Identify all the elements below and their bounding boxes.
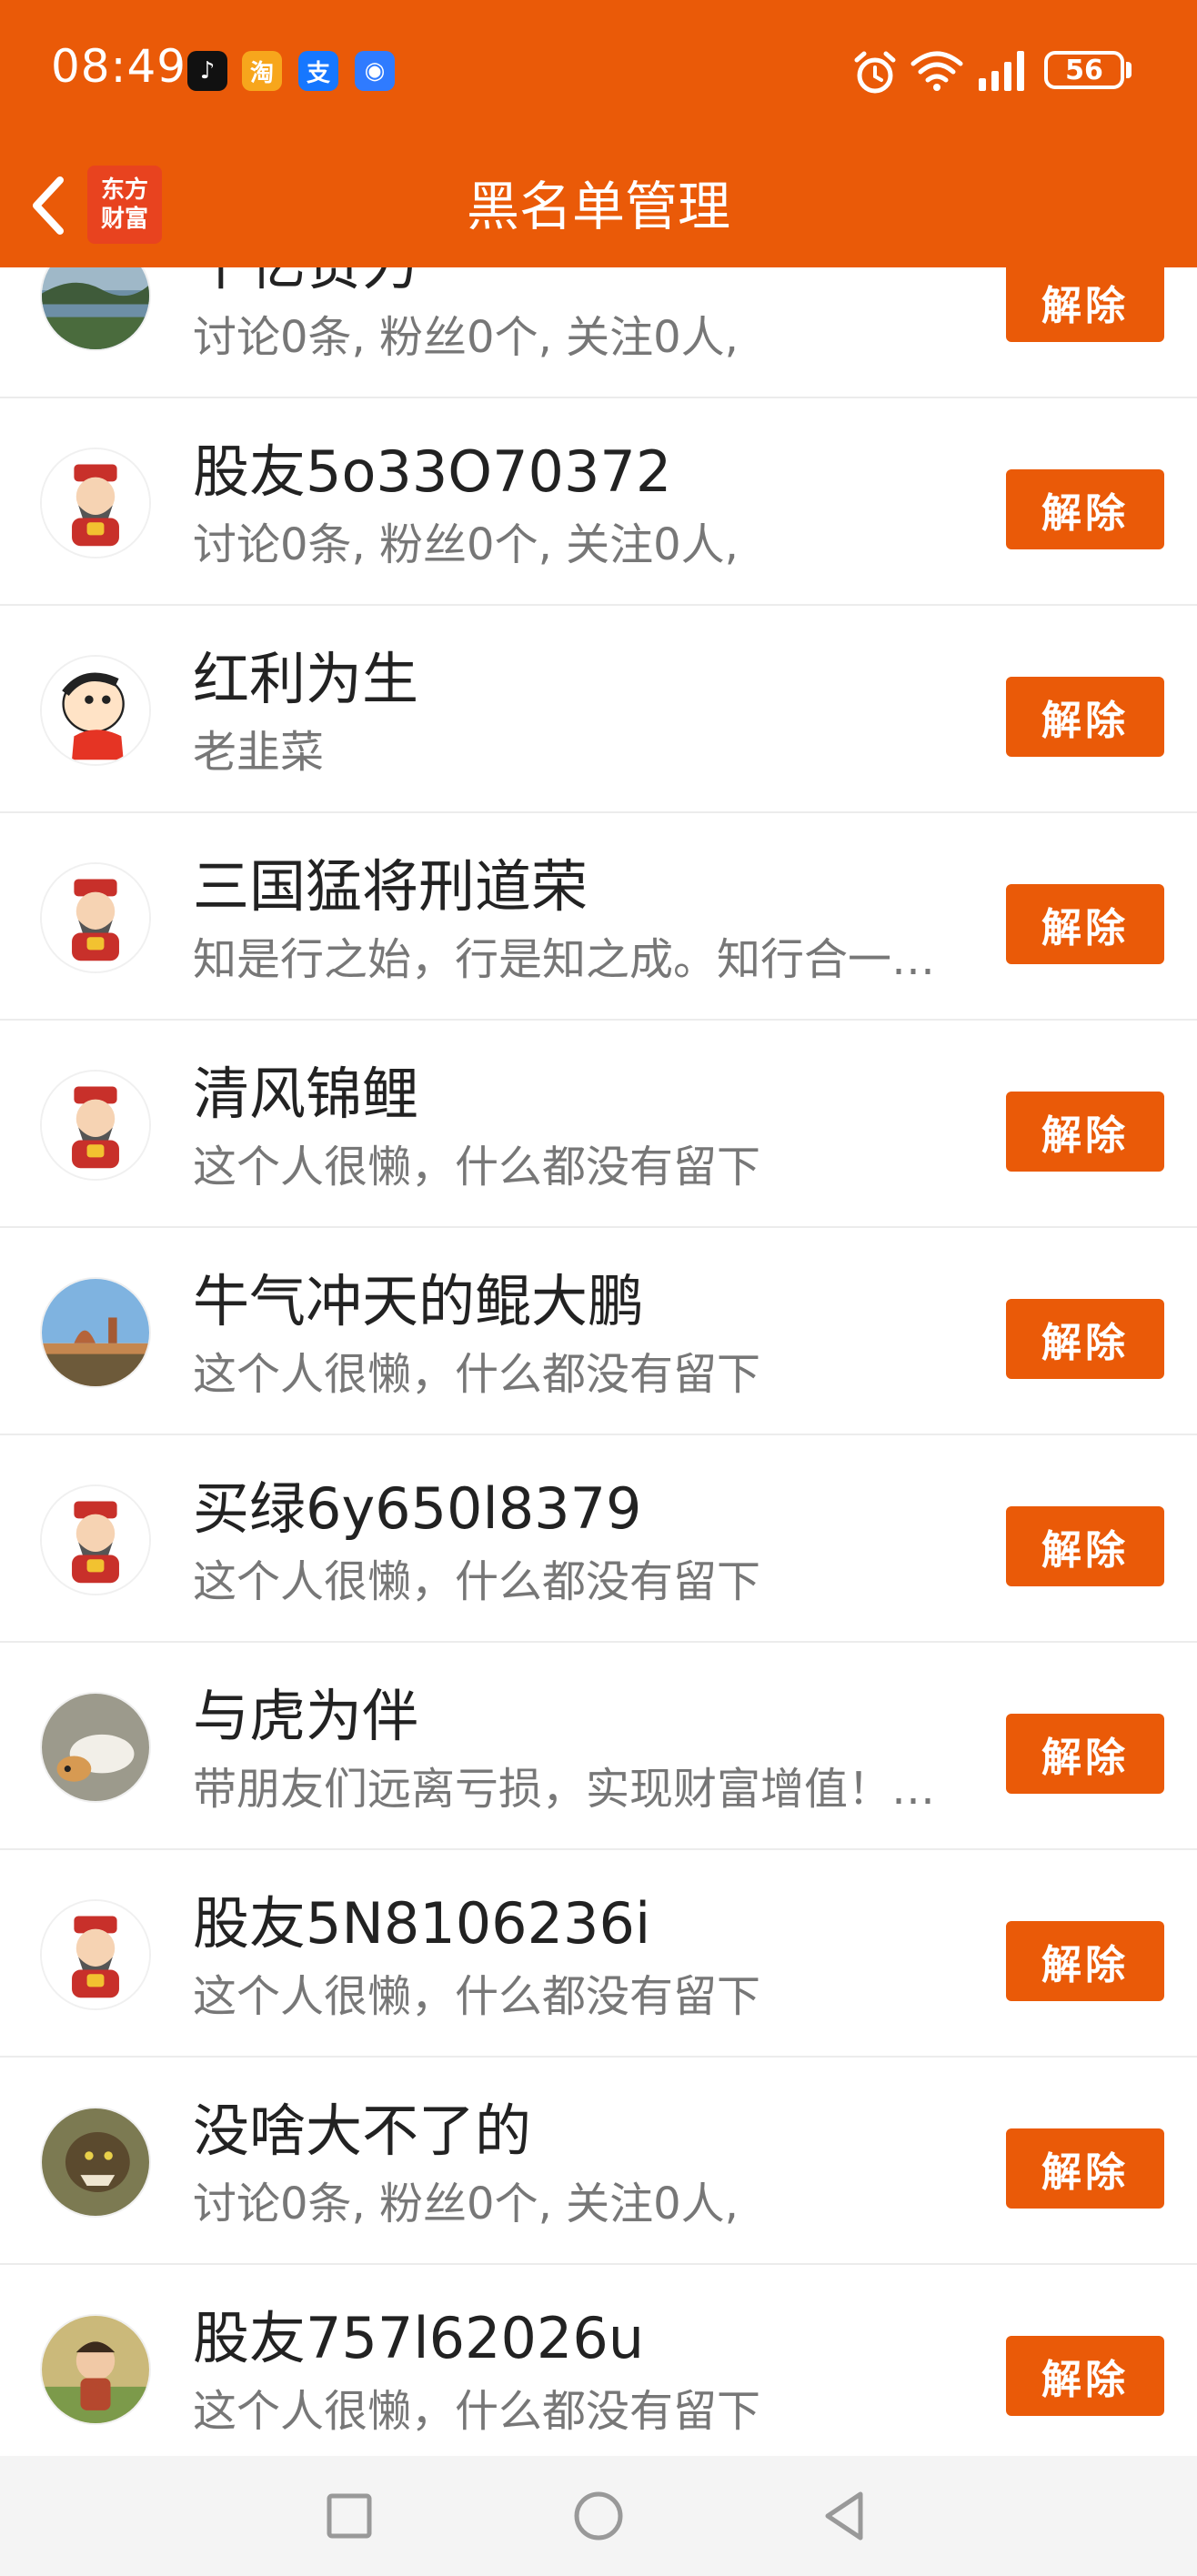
remove-button[interactable]: 解除 — [1006, 1092, 1164, 1172]
screen: 08:49 ♪ 淘 支 ◉ 56 东方 财富 黑名单管理 讨论0条, 粉丝0个,… — [0, 0, 1197, 2576]
list-item[interactable]: 清风锦鲤这个人很懒，什么都没有留下 解除 — [0, 1021, 1197, 1228]
user-description: 这个人很懒，什么都没有留下 — [193, 1556, 761, 1607]
tiktok-icon: ♪ — [187, 51, 227, 91]
avatar[interactable] — [40, 2107, 151, 2218]
user-description: 这个人很懒，什么都没有留下 — [193, 1349, 761, 1400]
user-description: 讨论0条, 粉丝0个, 关注0人, — [193, 2179, 739, 2229]
signal-icon — [979, 51, 1024, 91]
remove-button[interactable]: 解除 — [1006, 1299, 1164, 1379]
list-item[interactable]: 与虎为伴带朋友们远离亏损，实现财富增值！… 解除 — [0, 1643, 1197, 1850]
wifi-icon — [910, 51, 963, 91]
app-logo[interactable]: 东方 财富 — [87, 166, 162, 244]
user-description: 知是行之始，行是知之成。知行合一… — [193, 934, 936, 985]
list-item[interactable]: 股友5o33O70372 讨论0条, 粉丝0个, 关注0人, 解除 — [0, 398, 1197, 606]
avatar[interactable] — [40, 1070, 151, 1181]
list-item[interactable]: 三国猛将刑道荣知是行之始，行是知之成。知行合一… 解除 — [0, 813, 1197, 1021]
avatar[interactable] — [40, 1692, 151, 1803]
avatar[interactable] — [40, 2314, 151, 2425]
user-description: 讨论0条, 粉丝0个, 关注0人, — [193, 312, 739, 363]
remove-button[interactable]: 解除 — [1006, 1921, 1164, 2001]
user-name: 没啥大不了的 — [193, 2098, 532, 2164]
remove-button[interactable]: 解除 — [1006, 469, 1164, 549]
battery-indicator: 56 — [1044, 51, 1124, 89]
status-indicators: 56 — [815, 0, 1197, 146]
alipay-icon: 支 — [298, 51, 338, 91]
page-title: 黑名单管理 — [466, 176, 730, 237]
list-item[interactable]: 红利为生老韭菜 解除 — [0, 606, 1197, 813]
user-description: 带朋友们远离亏损，实现财富增值！… — [193, 1764, 936, 1815]
back-arrow-icon[interactable] — [24, 171, 75, 240]
remove-button[interactable]: 解除 — [1006, 262, 1164, 342]
user-name: 股友757l62026u — [193, 2305, 645, 2371]
user-description: 这个人很懒，什么都没有留下 — [193, 1971, 761, 2022]
avatar[interactable] — [40, 1484, 151, 1595]
status-time: 08:49 — [51, 40, 187, 93]
user-name: 三国猛将刑道荣 — [193, 853, 588, 920]
avatar[interactable] — [40, 862, 151, 973]
logo-line-1: 东方 — [100, 176, 148, 204]
user-name: 红利为生 — [193, 646, 419, 712]
user-description: 老韭菜 — [193, 727, 325, 778]
status-bar: 08:49 ♪ 淘 支 ◉ 56 — [0, 0, 1197, 146]
avatar[interactable] — [40, 448, 151, 558]
list-item[interactable]: 买绿6y650l8379 这个人很懒，什么都没有留下 解除 — [0, 1435, 1197, 1643]
avatar[interactable] — [40, 1277, 151, 1388]
avatar[interactable] — [40, 655, 151, 766]
remove-button[interactable]: 解除 — [1006, 2128, 1164, 2209]
user-name: 股友5o33O70372 — [193, 438, 672, 505]
remove-button[interactable]: 解除 — [1006, 1506, 1164, 1586]
logo-line-2: 财富 — [100, 206, 148, 233]
user-name: 买绿6y650l8379 — [193, 1475, 642, 1542]
remove-button[interactable]: 解除 — [1006, 677, 1164, 757]
battery-tip — [1126, 62, 1132, 78]
recent-apps-button[interactable] — [322, 2489, 377, 2543]
list-item[interactable]: 股友757l62026u 这个人很懒，什么都没有留下 解除 — [0, 2265, 1197, 2472]
navigation-bar — [0, 2456, 1197, 2576]
user-name: 清风锦鲤 — [193, 1061, 419, 1127]
back-button[interactable] — [819, 2489, 873, 2543]
assistant-icon: ◉ — [355, 51, 395, 91]
list-item[interactable]: 没啥大不了的讨论0条, 粉丝0个, 关注0人, 解除 — [0, 2058, 1197, 2265]
home-button[interactable] — [571, 2489, 626, 2543]
user-description: 讨论0条, 粉丝0个, 关注0人, — [193, 519, 739, 570]
list-item[interactable]: 牛气冲天的鲲大鹏这个人很懒，什么都没有留下 解除 — [0, 1228, 1197, 1435]
remove-button[interactable]: 解除 — [1006, 884, 1164, 964]
alarm-icon — [854, 51, 896, 94]
taobao-icon: 淘 — [242, 51, 282, 91]
avatar[interactable] — [40, 1899, 151, 2010]
header: 08:49 ♪ 淘 支 ◉ 56 东方 财富 黑名单管理 — [0, 0, 1197, 267]
user-description: 这个人很懒，什么都没有留下 — [193, 1142, 761, 1192]
remove-button[interactable]: 解除 — [1006, 2336, 1164, 2416]
user-name: 股友5N8106236i — [193, 1890, 651, 1957]
title-bar: 东方 财富 黑名单管理 — [0, 146, 1197, 267]
user-description: 这个人很懒，什么都没有留下 — [193, 2386, 761, 2437]
user-name: 牛气冲天的鲲大鹏 — [193, 1268, 645, 1334]
list-item[interactable]: 股友5N8106236i 这个人很懒，什么都没有留下 解除 — [0, 1850, 1197, 2058]
blacklist: 千亿赞力讨论0条, 粉丝0个, 关注0人,解除股友5o33O70372讨论0条,… — [0, 191, 1197, 2472]
remove-button[interactable]: 解除 — [1006, 1714, 1164, 1794]
user-name: 与虎为伴 — [193, 1683, 419, 1749]
